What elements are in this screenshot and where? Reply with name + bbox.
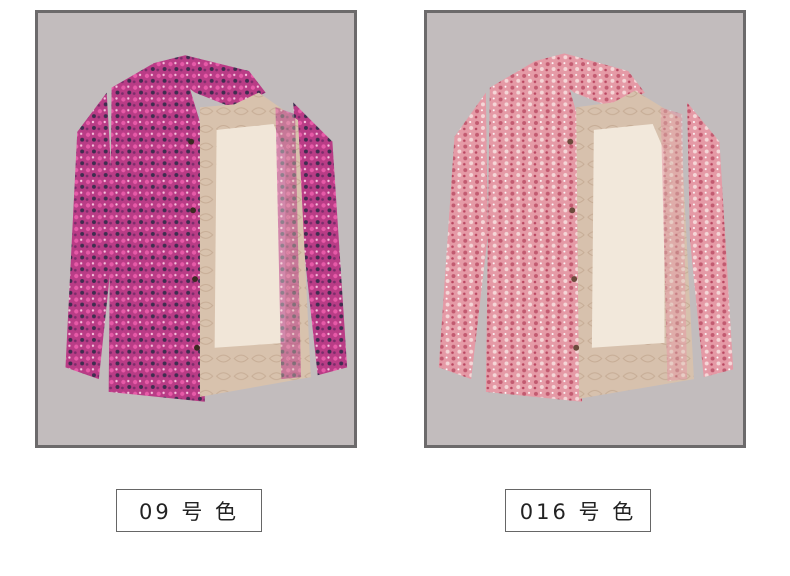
color-label-09: 09 号 色	[116, 489, 262, 532]
product-photo-09	[35, 10, 357, 448]
product-photo-016	[424, 10, 746, 448]
jacket-image-016	[438, 53, 734, 402]
color-label-016: 016 号 色	[505, 489, 651, 532]
jacket-image-09	[65, 55, 348, 402]
